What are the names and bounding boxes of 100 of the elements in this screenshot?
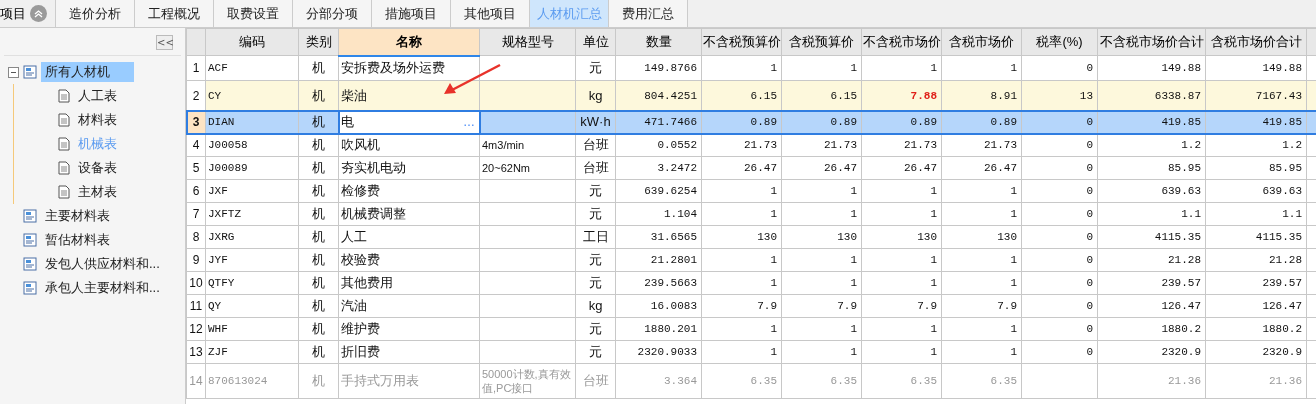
table-cell: 台班	[575, 363, 616, 399]
table-cell: 239.57	[1097, 271, 1206, 295]
table-icon	[23, 209, 37, 223]
table-row[interactable]: 11 QY 机 汽油 kg 16.0083 7.9 7.9 7.9 7.9 0 126.47 126.47	[186, 294, 1316, 318]
table-row[interactable]: 5 J00089 机 夯实机电动 20~62Nm 台班 3.2472 26.47 26.47 26.47 26.47 0 85.95 85.95	[186, 156, 1316, 180]
table-cell: 639.6254	[615, 179, 702, 203]
table-row[interactable]: 10 QTFY 机 其他费用 元 239.5663 1 1 1 1 0 239.57 239.57	[186, 271, 1316, 295]
table-cell: 50000计数,真有效值,PC接口	[479, 363, 576, 399]
table-cell: 1	[781, 271, 862, 295]
table-cell: 汽油	[338, 294, 480, 318]
column-header[interactable]: 单位	[575, 28, 616, 56]
table-cell: 1	[701, 202, 782, 226]
table-cell: 1	[781, 248, 862, 272]
table-row[interactable]: 13 ZJF 机 折旧费 元 2320.9033 1 1 1 1 0 2320.9 2320.9	[186, 340, 1316, 364]
table-cell: 0	[1021, 55, 1098, 81]
table-cell: 126.47	[1097, 294, 1206, 318]
tab[interactable]: 费用汇总	[608, 0, 687, 27]
table-row[interactable]: 12 WHF 机 维护费 元 1880.201 1 1 1 1 0 1880.2 1880.2	[186, 317, 1316, 341]
table-row[interactable]: 7 JXFTZ 机 机械费调整 元 1.104 1 1 1 1 0 1.1 1.1	[186, 202, 1316, 226]
column-header[interactable]: 规格型号	[479, 28, 576, 56]
table-cell: 0	[1021, 340, 1098, 364]
table-cell: 130	[701, 225, 782, 249]
column-header[interactable]: 不含税预算价	[701, 28, 782, 56]
table-cell: 其他费用	[338, 271, 480, 295]
tab[interactable]: 取费设置	[213, 0, 292, 27]
table-cell: QTFY	[205, 271, 299, 295]
tree-item[interactable]: 承包人主要材料和...	[41, 278, 164, 298]
column-header[interactable]: 含税预算价	[781, 28, 862, 56]
table-row[interactable]: 6 JXF 机 检修费 元 639.6254 1 1 1 1 0 639.63 639.63	[186, 179, 1316, 203]
table-cell: 0	[1021, 133, 1098, 157]
collapse-button[interactable]: <<	[156, 35, 173, 50]
tab[interactable]: 工程概况	[134, 0, 213, 27]
table-cell: 1	[941, 340, 1022, 364]
table-row[interactable]: 3 DIAN 机 电 … kW·h 471.7466 0.89 0.89 0.89 0.89 0 419.85 419.85	[186, 110, 1316, 134]
table-row[interactable]: 4 J00058 机 吹风机 4m3/min 台班 0.0552 21.73 21.73 21.73 21.73 0 1.2 1.2	[186, 133, 1316, 157]
table-cell: 149.88	[1097, 55, 1206, 81]
table-cell: 639.63	[1205, 179, 1307, 203]
tree-item[interactable]: 发包人供应材料和...	[41, 254, 164, 274]
column-header[interactable]: 名称	[338, 28, 480, 56]
table-cell: 机	[298, 133, 339, 157]
column-header[interactable]: 含税市场价	[941, 28, 1022, 56]
table-cell: 元	[575, 248, 616, 272]
tab[interactable]: 其他项目	[450, 0, 529, 27]
table-cell: 130	[941, 225, 1022, 249]
tree-item[interactable]: 设备表	[74, 158, 121, 178]
table-cell: 7.9	[941, 294, 1022, 318]
table-cell: 机	[298, 294, 339, 318]
column-header[interactable]: 含税市场价合计	[1205, 28, 1307, 56]
collapse-icon[interactable]	[8, 66, 19, 78]
tab-label[interactable]: 项目	[0, 0, 30, 27]
table-cell: 1.2	[1097, 133, 1206, 157]
table-row[interactable]: 1 ACF 机 安拆费及场外运费 元 149.8766 1 1 1 1 0 149.88 149.88	[186, 55, 1316, 81]
tree-item[interactable]: 材料表	[74, 110, 121, 130]
table-cell: 2320.9033	[615, 340, 702, 364]
document-icon	[58, 185, 70, 199]
table-cell: 239.5663	[615, 271, 702, 295]
row-number: 4	[186, 133, 206, 157]
table-cell: 机	[298, 55, 339, 81]
row-number: 12	[186, 317, 206, 341]
table-row[interactable]: 8 JXRG 机 人工 工日 31.6565 130 130 130 130 0 4115.35 4115.35	[186, 225, 1316, 249]
column-header[interactable]: 编码	[205, 28, 299, 56]
table-row[interactable]: 9 JYF 机 校验费 元 21.2801 1 1 1 1 0 21.28 21.28	[186, 248, 1316, 272]
table-row[interactable]: 2 CY 机 柴油 kg 804.4251 6.15 6.15 7.88 8.91 13 6338.87 7167.43	[186, 80, 1316, 111]
tab[interactable]: 分部分项	[292, 0, 371, 27]
table-cell: 1	[701, 317, 782, 341]
table-cell: 机	[298, 340, 339, 364]
table-cell: 检修费	[338, 179, 480, 203]
table-cell: 20~62Nm	[479, 156, 576, 180]
column-header[interactable]: 数量	[615, 28, 702, 56]
table-cell: 2320.9	[1097, 340, 1206, 364]
table-icon	[23, 281, 37, 295]
table-cell: 人工	[338, 225, 480, 249]
column-header[interactable]: 类别	[298, 28, 339, 56]
cell-value[interactable]: 电	[341, 115, 354, 129]
tab[interactable]: 措施项目	[371, 0, 450, 27]
table-cell: 1	[941, 179, 1022, 203]
table-cell: 6.35	[701, 363, 782, 399]
table-icon	[23, 257, 37, 271]
column-header[interactable]: 不含税市场价合计	[1097, 28, 1206, 56]
table-cell: 130	[861, 225, 942, 249]
row-number: 5	[186, 156, 206, 180]
table-cell: 7.9	[861, 294, 942, 318]
table-cell: 21.73	[941, 133, 1022, 157]
table-cell: 26.47	[941, 156, 1022, 180]
table-cell: 0	[1021, 225, 1098, 249]
tree-item[interactable]: 主材表	[74, 182, 121, 202]
column-header[interactable]: 不含税市场价	[861, 28, 942, 56]
table-cell: 2320.9	[1205, 340, 1307, 364]
more-button[interactable]: …	[463, 117, 475, 127]
tree-item[interactable]: 暂估材料表	[41, 230, 114, 250]
tree-item[interactable]: 所有人材机	[41, 62, 134, 82]
table-cell: 1	[861, 55, 942, 81]
tree-item[interactable]: 主要材料表	[41, 206, 114, 226]
tree-item[interactable]: 人工表	[74, 86, 121, 106]
table-icon	[23, 233, 37, 247]
tab[interactable]: 造价分析	[55, 0, 134, 27]
table-cell: 机	[298, 317, 339, 341]
column-header[interactable]: 税率(%)	[1021, 28, 1098, 56]
table-cell: 3.364	[615, 363, 702, 399]
table-cell: 870613024	[205, 363, 299, 399]
